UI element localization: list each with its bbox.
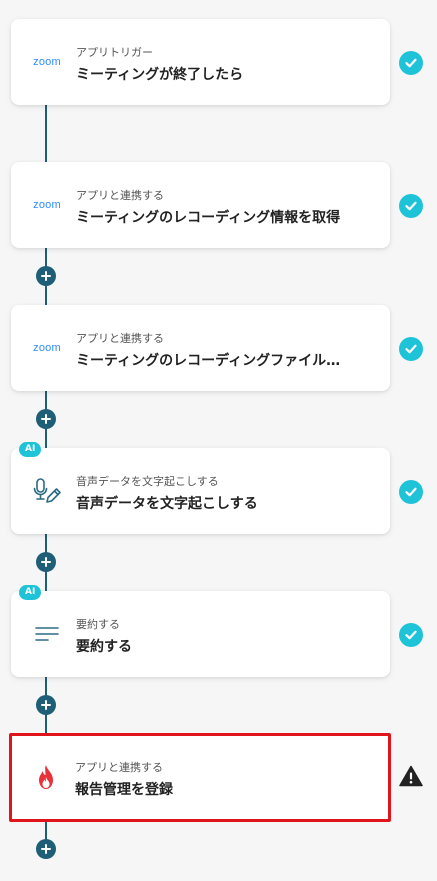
add-step-button[interactable] bbox=[36, 695, 56, 715]
zoom-logo-text: zoom bbox=[33, 56, 61, 68]
step-title: ミーティングのレコーディングファイル… bbox=[76, 353, 341, 369]
flow-step-summarize[interactable]: AI 要約する 要約する bbox=[11, 585, 390, 677]
add-step-button[interactable] bbox=[36, 266, 56, 286]
check-icon bbox=[399, 480, 423, 504]
check-icon bbox=[399, 51, 423, 75]
add-step-button[interactable] bbox=[36, 839, 56, 859]
step-type-label: アプリと連携する bbox=[76, 189, 164, 202]
flow-editor: zoom アプリトリガー ミーティングが終了したら zoom アプリと連携する … bbox=[0, 0, 437, 881]
step-title: 報告管理を登録 bbox=[75, 782, 173, 798]
step-type-label: アプリと連携する bbox=[75, 761, 163, 774]
step-title: ミーティングが終了したら bbox=[76, 67, 244, 83]
ai-badge: AI bbox=[19, 585, 42, 600]
flow-connector bbox=[45, 105, 47, 162]
flame-icon bbox=[28, 762, 64, 792]
ai-badge: AI bbox=[19, 442, 42, 457]
check-icon bbox=[399, 194, 423, 218]
check-icon bbox=[399, 337, 423, 361]
flow-step-get-recording-file[interactable]: zoom アプリと連携する ミーティングのレコーディングファイル… bbox=[11, 305, 390, 391]
microphone-pen-icon bbox=[29, 476, 65, 506]
step-type-label: アプリと連携する bbox=[76, 332, 164, 345]
check-icon bbox=[399, 623, 423, 647]
flow-step-meeting-ended[interactable]: zoom アプリトリガー ミーティングが終了したら bbox=[11, 19, 390, 105]
flow-step-get-recording-info[interactable]: zoom アプリと連携する ミーティングのレコーディング情報を取得 bbox=[11, 162, 390, 248]
zoom-logo-text: zoom bbox=[33, 199, 61, 211]
step-type-label: アプリトリガー bbox=[76, 46, 153, 59]
step-type-label: 音声データを文字起こしする bbox=[76, 475, 219, 488]
step-type-label: 要約する bbox=[76, 618, 120, 631]
flow-step-transcribe-audio[interactable]: AI 音声データを文字起こしする 音声データを文字起こしする bbox=[11, 442, 390, 534]
step-title: 音声データを文字起こしする bbox=[76, 496, 258, 512]
zoom-logo-text: zoom bbox=[33, 342, 61, 354]
flow-step-register-report[interactable]: アプリと連携する 報告管理を登録 bbox=[9, 733, 391, 822]
zoom-logo: zoom bbox=[29, 47, 65, 77]
summary-lines-icon bbox=[29, 619, 65, 649]
add-step-button[interactable] bbox=[36, 409, 56, 429]
warning-icon bbox=[399, 765, 423, 787]
step-title: ミーティングのレコーディング情報を取得 bbox=[76, 210, 341, 226]
zoom-logo: zoom bbox=[29, 190, 65, 220]
zoom-logo: zoom bbox=[29, 333, 65, 363]
add-step-button[interactable] bbox=[36, 552, 56, 572]
step-title: 要約する bbox=[76, 639, 132, 655]
